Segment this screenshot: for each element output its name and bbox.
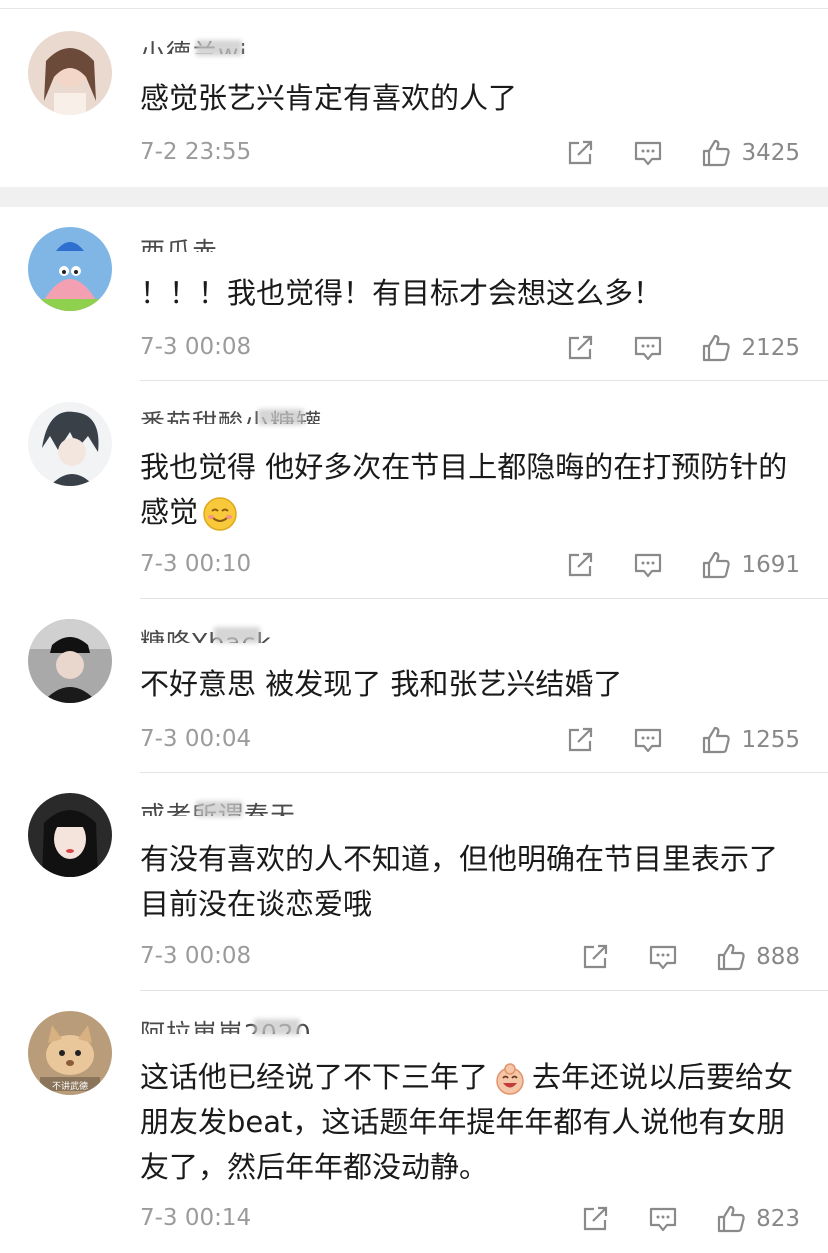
like-button[interactable]: 888: [716, 942, 800, 972]
comment-meta: 7-3 00:04 1255: [140, 720, 800, 760]
comment-actions: 888: [580, 937, 800, 977]
timestamp: 7-2 23:55: [140, 139, 252, 165]
comment-text: 不好意思 被发现了 我和张艺兴结婚了: [140, 667, 623, 701]
comment-text: 有没有喜欢的人不知道，但他明确在节目里表示了目前没在谈恋爱哦: [140, 842, 779, 921]
username-blur: [196, 40, 242, 56]
comment-icon: [633, 725, 663, 755]
timestamp: 7-3 00:14: [140, 1205, 252, 1231]
share-button[interactable]: [565, 138, 595, 168]
comment-icon: [633, 550, 663, 580]
like-button[interactable]: 2125: [701, 333, 800, 363]
comment-item[interactable]: 小德兰wj 感觉张艺兴肯定有喜欢的人了 7-2 23:55 3425: [0, 0, 828, 188]
share-icon: [565, 333, 595, 363]
avatar[interactable]: [28, 793, 112, 877]
comment-item[interactable]: 番茄甜酸小糖罐 我也觉得 他好多次在节目上都隐晦的在打预防针的感觉 7-3 00…: [0, 381, 828, 599]
comment-text: 这话他已经说了不下三年了 去年还说以后要给女朋友发beat，这话题年年提年年都有人…: [140, 1055, 798, 1190]
thumbs-up-icon: [701, 725, 731, 755]
comment-item[interactable]: 不讲武德 阿拉崽崽2020 这话他已经说了不下三年了 去年还说以后要给女朋友发be…: [0, 991, 828, 1253]
like-count: 3425: [741, 140, 800, 166]
reply-button[interactable]: [648, 942, 678, 972]
comment-text: 感觉张艺兴肯定有喜欢的人了: [140, 81, 518, 115]
comment-text-part: 这话他已经说了不下三年了: [140, 1060, 489, 1094]
share-button[interactable]: [580, 1204, 610, 1234]
username-blur: [214, 627, 260, 643]
comment-icon: [648, 942, 678, 972]
share-button[interactable]: [565, 333, 595, 363]
like-count: 823: [756, 1206, 800, 1232]
like-button[interactable]: 1691: [701, 550, 800, 580]
thumbs-up-icon: [701, 138, 731, 168]
comment-meta: 7-3 00:14 823: [140, 1199, 800, 1239]
smile-emoji-icon: [203, 497, 237, 531]
share-button[interactable]: [565, 725, 595, 755]
reply-button[interactable]: [633, 725, 663, 755]
avatar[interactable]: [28, 402, 112, 486]
username-blur: [258, 409, 304, 425]
share-icon: [565, 725, 595, 755]
thumbs-up-icon: [716, 942, 746, 972]
comment-meta: 7-2 23:55 3425: [140, 133, 800, 173]
username-blur: [196, 801, 242, 817]
username-blur: [254, 1019, 300, 1035]
timestamp: 7-3 00:10: [140, 551, 252, 577]
comment-meta: 7-3 00:08 2125: [140, 328, 800, 368]
comment-actions: 823: [580, 1199, 800, 1239]
comment-actions: 3425: [565, 133, 800, 173]
share-icon: [580, 942, 610, 972]
section-divider: [0, 187, 828, 207]
comment-item[interactable]: 西瓜赤 ！！！我也觉得！有目标才会想这么多！ 7-3 00:08 2125: [0, 207, 828, 381]
thumbs-up-icon: [701, 333, 731, 363]
like-button[interactable]: 3425: [701, 138, 800, 168]
like-count: 1255: [741, 727, 800, 753]
share-button[interactable]: [580, 942, 610, 972]
reply-button[interactable]: [633, 550, 663, 580]
share-icon: [580, 1204, 610, 1234]
avatar[interactable]: [28, 619, 112, 703]
like-count: 888: [756, 944, 800, 970]
like-count: 2125: [741, 335, 800, 361]
share-icon: [565, 550, 595, 580]
thumbs-up-icon: [716, 1204, 746, 1234]
reply-button[interactable]: [648, 1204, 678, 1234]
comment-item[interactable]: 或者所谓春天 有没有喜欢的人不知道，但他明确在节目里表示了目前没在谈恋爱哦 7-…: [0, 773, 828, 991]
like-button[interactable]: 1255: [701, 725, 800, 755]
comment-meta: 7-3 00:08 888: [140, 937, 800, 977]
comment-item[interactable]: 糖咚Yback 不好意思 被发现了 我和张艺兴结婚了 7-3 00:04 125…: [0, 599, 828, 773]
avatar[interactable]: [28, 227, 112, 311]
laugh-emoji-icon: [496, 1063, 524, 1095]
like-count: 1691: [741, 552, 800, 578]
avatar[interactable]: 不讲武德: [28, 1011, 112, 1095]
timestamp: 7-3 00:04: [140, 726, 252, 752]
comment-actions: 1255: [565, 720, 800, 760]
comment-icon: [633, 138, 663, 168]
comment-meta: 7-3 00:10 1691: [140, 545, 800, 585]
thumbs-up-icon: [701, 550, 731, 580]
comment-icon: [633, 333, 663, 363]
username[interactable]: 西瓜赤: [140, 234, 218, 252]
share-icon: [565, 138, 595, 168]
share-button[interactable]: [565, 550, 595, 580]
reply-button[interactable]: [633, 138, 663, 168]
comment-actions: 2125: [565, 328, 800, 368]
timestamp: 7-3 00:08: [140, 943, 252, 969]
avatar[interactable]: [28, 31, 112, 115]
comment-icon: [648, 1204, 678, 1234]
comment-actions: 1691: [565, 545, 800, 585]
reply-button[interactable]: [633, 333, 663, 363]
like-button[interactable]: 823: [716, 1204, 800, 1234]
avatar-caption: 不讲武德: [51, 1082, 88, 1092]
comment-text: 我也觉得 他好多次在节目上都隐晦的在打预防针的感觉: [140, 445, 798, 535]
comment-text: ！！！我也觉得！有目标才会想这么多！: [140, 276, 663, 310]
timestamp: 7-3 00:08: [140, 334, 252, 360]
